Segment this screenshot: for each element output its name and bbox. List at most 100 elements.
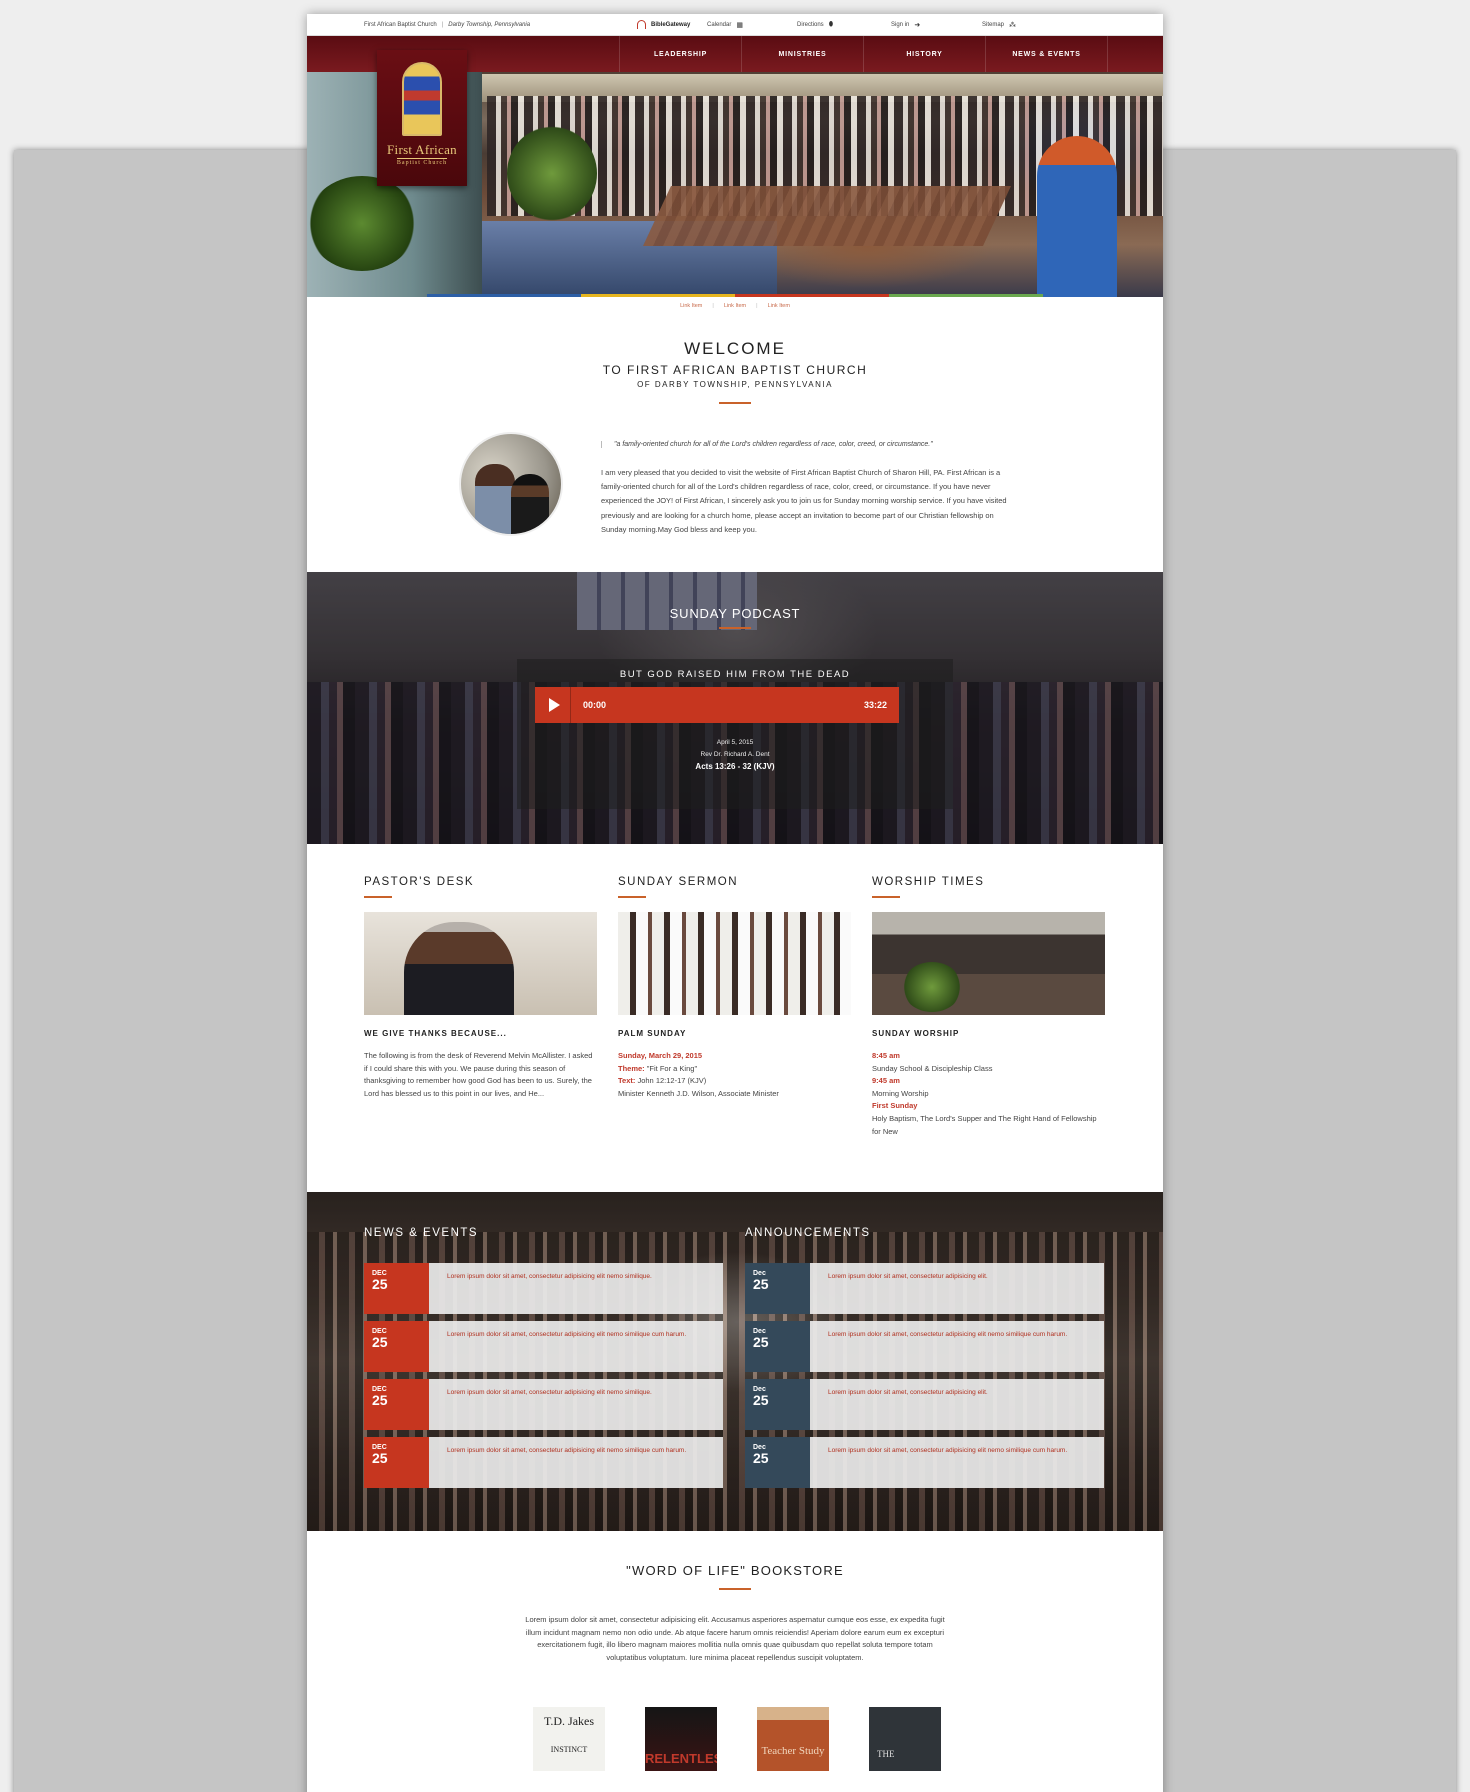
pastors-desk-column: PASTOR'S DESK WE GIVE THANKS BECAUSE... … — [364, 876, 597, 1100]
sub-link-1[interactable]: Link Item — [680, 303, 702, 309]
worship-times-heading: WORSHIP TIMES — [872, 876, 985, 888]
sign-in-icon: ➜ — [914, 21, 921, 29]
sunday-sermon-image[interactable] — [618, 912, 851, 1015]
signin-link[interactable]: Sign in ➜ — [891, 21, 920, 29]
book-cover[interactable]: Teacher Study — [757, 1707, 829, 1771]
nav-leadership[interactable]: LEADERSHIP — [620, 36, 742, 72]
directions-link[interactable]: Directions ⬮ — [797, 21, 833, 29]
book-cover[interactable]: THE — [869, 1707, 941, 1771]
news-announcements-section: NEWS & EVENTS ANNOUNCEMENTS DEC 25 Lorem … — [307, 1192, 1163, 1531]
worship-desc-2: Morning Worship — [872, 1088, 929, 1098]
book-cover[interactable]: T.D. Jakes INSTINCT — [533, 1707, 605, 1771]
news-item[interactable]: DEC 25 Lorem ipsum dolor sit amet, consec… — [364, 1321, 723, 1372]
pastors-desk-image[interactable] — [364, 912, 597, 1015]
utility-church: First African Baptist Church | Darby Towns… — [364, 22, 530, 28]
podcast-date: April 5, 2015 — [716, 739, 754, 746]
worship-desc-1: Sunday School & Discipleship Class — [872, 1063, 993, 1073]
book-title: RELENTLESS — [645, 1751, 717, 1766]
worship-time-3: First Sunday — [872, 1101, 918, 1111]
pastor-portrait — [459, 432, 563, 536]
bookstore-heading: "WORD OF LIFE" BOOKSTORE — [626, 1563, 844, 1578]
nav-news-events[interactable]: NEWS & EVENTS — [986, 36, 1108, 72]
accent-blue — [427, 294, 581, 297]
announcement-date: Dec 25 — [745, 1263, 810, 1314]
accent-green — [889, 294, 1043, 297]
nav-ministries[interactable]: MINISTRIES — [742, 36, 864, 72]
hero-banner: LEADERSHIP MINISTRIES HISTORY NEWS & EVE… — [307, 36, 1163, 297]
date-day: 25 — [753, 1276, 769, 1292]
date-day: 25 — [372, 1450, 388, 1466]
worship-plant — [902, 962, 962, 1012]
news-item[interactable]: DEC 25 Lorem ipsum dolor sit amet, consec… — [364, 1263, 723, 1314]
sub-link-2[interactable]: Link Item — [724, 303, 746, 309]
current-time: 00:00 — [583, 700, 607, 710]
announcement-item[interactable]: Dec 25 Lorem ipsum dolor sit amet, consec… — [745, 1437, 1104, 1488]
utility-church-name: First African Baptist Church — [364, 21, 437, 28]
calendar-icon: ▦ — [736, 21, 743, 29]
news-item[interactable]: DEC 25 Lorem ipsum dolor sit amet, consec… — [364, 1379, 723, 1430]
sermon-date: Sunday, March 29, 2015 — [618, 1051, 703, 1060]
welcome-quote: "a family-oriented church for all of the… — [601, 441, 1001, 448]
podcast-sermon-title: BUT GOD RAISED HIM FROM THE DEAD — [619, 669, 851, 680]
sermon-minister: Minister Kenneth J.D. Wilson, Associate … — [618, 1088, 779, 1098]
announcement-date: Dec 25 — [745, 1321, 810, 1372]
announcement-item[interactable]: Dec 25 Lorem ipsum dolor sit amet, consec… — [745, 1321, 1104, 1372]
news-item[interactable]: DEC 25 Lorem ipsum dolor sit amet, consec… — [364, 1437, 723, 1488]
church-logo[interactable]: First African Baptist Church — [377, 50, 467, 186]
portrait-figure-right — [511, 474, 549, 534]
webpage: First African Baptist Church | Darby Towns… — [307, 14, 1163, 1792]
date-day: 25 — [753, 1334, 769, 1350]
logo-line2: Baptist Church — [396, 158, 448, 166]
accent-red — [735, 294, 889, 297]
hero-figure — [1037, 136, 1117, 297]
news-date: DEC 25 — [364, 1437, 429, 1488]
map-pin-icon: ⬮ — [828, 20, 834, 28]
sermon-theme-label: Theme: — [618, 1063, 645, 1073]
sub-link-divider: | — [756, 303, 758, 309]
worship-times-column: WORSHIP TIMES SUNDAY WORSHIP 8:45 am Sun… — [872, 876, 1105, 1138]
pastors-desk-subheading[interactable]: WE GIVE THANKS BECAUSE... — [364, 1029, 597, 1038]
announcement-text: Lorem ipsum dolor sit amet, consectetur … — [828, 1331, 1068, 1338]
book-cover[interactable]: RELENTLESS — [645, 1707, 717, 1771]
date-day: 25 — [753, 1450, 769, 1466]
biblegateway-icon — [637, 20, 646, 29]
book-title: Teacher Study — [761, 1745, 825, 1757]
stained-glass-icon — [402, 62, 442, 136]
date-day: 25 — [753, 1392, 769, 1408]
nav-history[interactable]: HISTORY — [864, 36, 986, 72]
sunday-sermon-heading: SUNDAY SERMON — [618, 876, 739, 888]
news-events-heading: NEWS & EVENTS — [364, 1227, 479, 1239]
sub-link-3[interactable]: Link Item — [768, 303, 790, 309]
worship-times-details: 8:45 am Sunday School & Discipleship Cla… — [872, 1050, 1105, 1138]
announcement-item[interactable]: Dec 25 Lorem ipsum dolor sit amet, consec… — [745, 1263, 1104, 1314]
sitemap-icon: ⁂ — [1009, 21, 1017, 29]
biblegateway-label: BibleGateway — [651, 21, 691, 28]
portrait-figure-left — [475, 464, 515, 534]
calendar-link[interactable]: Calendar ▦ — [707, 21, 743, 29]
welcome-body: I am very pleased that you decided to vi… — [601, 468, 1007, 534]
calendar-label: Calendar — [707, 21, 732, 28]
sub-links: Link Item | Link Item | Link Item — [307, 297, 1163, 329]
sitemap-link[interactable]: Sitemap ⁂ — [982, 21, 1016, 29]
sermon-text: John 12:12-17 (KJV) — [637, 1076, 707, 1086]
date-day: 25 — [372, 1276, 388, 1292]
announcement-text: Lorem ipsum dolor sit amet, consectetur … — [828, 1273, 988, 1280]
audio-player: 00:00 33:22 — [535, 687, 899, 723]
announcement-item[interactable]: Dec 25 Lorem ipsum dolor sit amet, consec… — [745, 1379, 1104, 1430]
welcome-location: OF DARBY TOWNSHIP, PENNSYLVANIA — [637, 380, 833, 389]
worship-times-subheading[interactable]: SUNDAY WORSHIP — [872, 1029, 1105, 1038]
book-title: T.D. Jakes — [543, 1714, 595, 1728]
sunday-sermon-subheading[interactable]: PALM SUNDAY — [618, 1029, 851, 1038]
news-date: DEC 25 — [364, 1263, 429, 1314]
date-day: 25 — [372, 1392, 388, 1408]
play-button[interactable] — [535, 687, 571, 723]
biblegateway-link[interactable]: BibleGateway — [637, 20, 690, 29]
announcement-text: Lorem ipsum dolor sit amet, consectetur … — [828, 1389, 988, 1396]
podcast-preacher: Rev Dr. Richard A. Dent — [700, 751, 770, 758]
play-icon — [548, 698, 560, 712]
date-day: 25 — [372, 1334, 388, 1350]
logo-line1: First African — [387, 142, 457, 157]
sermon-text-label: Text: — [618, 1076, 636, 1086]
worship-times-image[interactable] — [872, 912, 1105, 1015]
signin-label: Sign in — [891, 21, 910, 28]
